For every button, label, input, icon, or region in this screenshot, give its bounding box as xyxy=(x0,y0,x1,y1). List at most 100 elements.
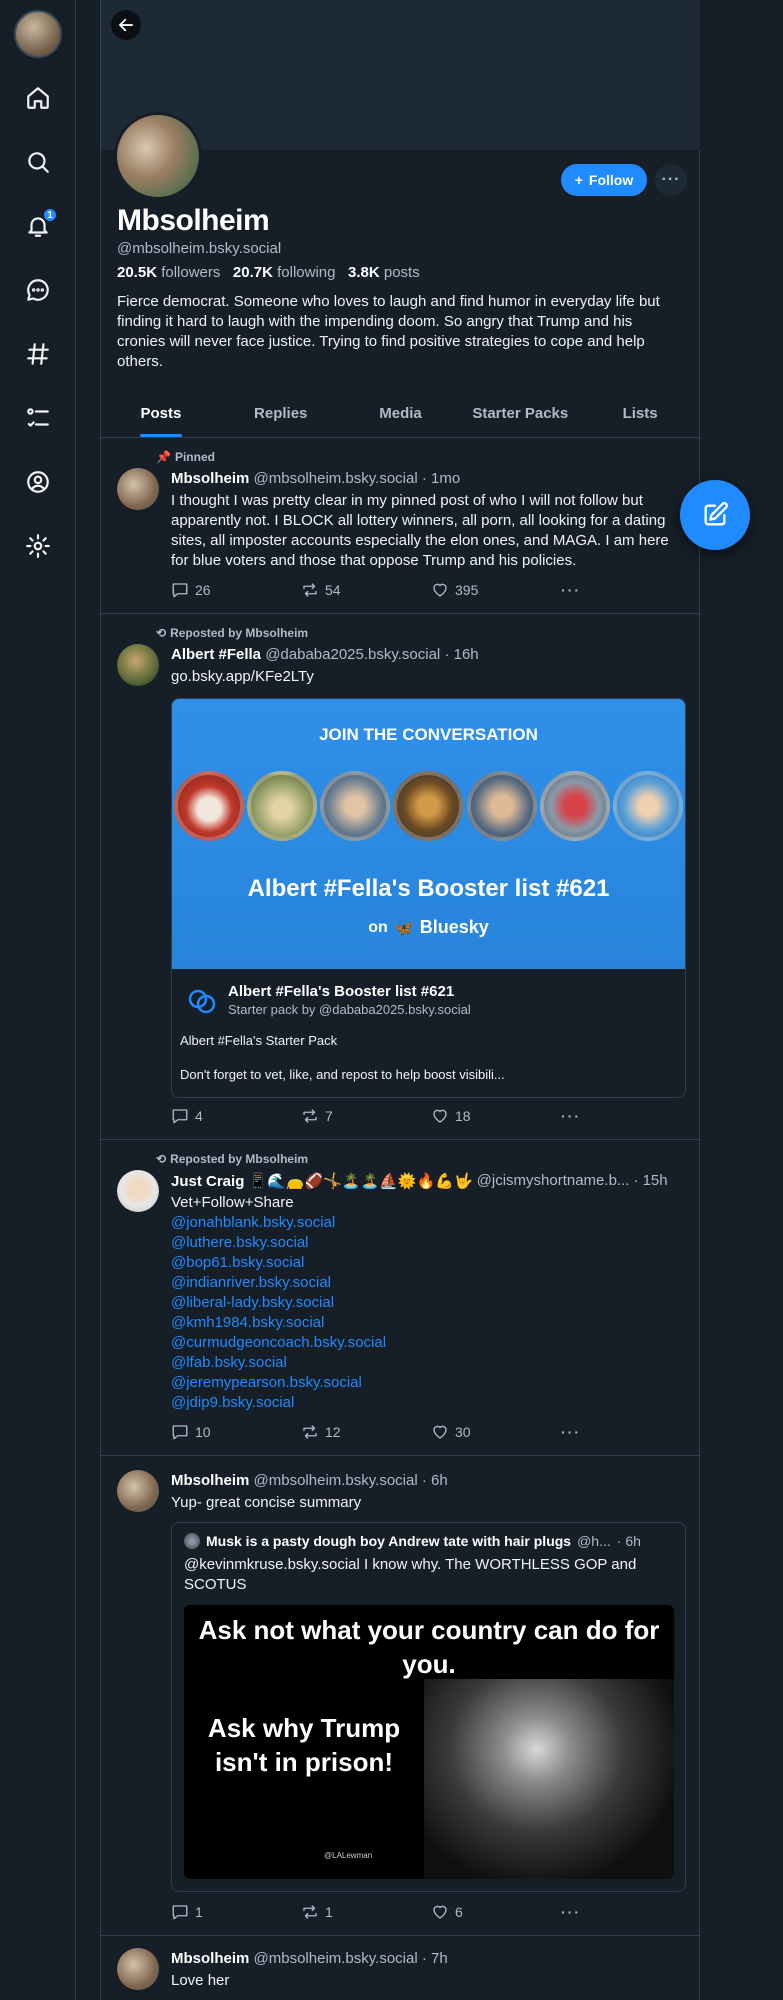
post-header: Albert #Fella @dababa2025.bsky.social · … xyxy=(171,646,686,663)
compose-button[interactable] xyxy=(680,480,750,550)
post-menu-button[interactable]: ··· xyxy=(561,1108,581,1124)
mention-link[interactable]: @jeremypearson.bsky.social xyxy=(171,1373,686,1393)
follow-button[interactable]: + Follow xyxy=(561,164,647,196)
face-avatar xyxy=(174,771,244,841)
more-options-button[interactable]: ··· xyxy=(655,164,687,196)
post-author-name[interactable]: Just Craig 📱🌊👝🏈🤸🏝️🏝️⛵🌞🔥💪🤟 xyxy=(171,1172,473,1190)
profile-avatar[interactable] xyxy=(114,112,202,200)
plus-icon: + xyxy=(574,172,583,188)
quoted-post-card[interactable]: Musk is a pasty dough boy Andrew tate wi… xyxy=(171,1522,686,1892)
repost-button[interactable]: 7 xyxy=(301,1107,333,1125)
post-text: Love her xyxy=(171,1972,230,1989)
tab-posts[interactable]: Posts xyxy=(101,390,221,437)
reply-button[interactable]: 10 xyxy=(171,1423,211,1441)
post-author-handle[interactable]: @mbsolheim.bsky.social xyxy=(254,470,418,487)
reply-button[interactable]: 26 xyxy=(171,581,211,599)
post-menu-button[interactable]: ··· xyxy=(561,582,581,598)
main-column: + Follow ··· Mbsolheim @mbsolheim.bsky.s… xyxy=(100,0,700,2000)
face-avatar xyxy=(612,771,683,841)
repost-icon xyxy=(303,583,317,597)
back-button[interactable] xyxy=(111,10,141,40)
mention-link[interactable]: @jdip9.bsky.social xyxy=(171,1393,686,1413)
post-author-handle[interactable]: @mbsolheim.bsky.social xyxy=(254,1472,418,1489)
post-author-handle[interactable]: @dababa2025.bsky.social xyxy=(265,646,440,663)
post-author-avatar[interactable] xyxy=(117,1948,159,1990)
post-author-name[interactable]: Mbsolheim xyxy=(171,1472,249,1489)
settings-gear-icon[interactable] xyxy=(22,530,54,562)
post-author-name[interactable]: Mbsolheim xyxy=(171,470,249,487)
post-time[interactable]: · 16h xyxy=(444,646,478,663)
mention-link[interactable]: @bop61.bsky.social xyxy=(171,1253,686,1273)
feed-post-quote[interactable]: Mbsolheim @mbsolheim.bsky.social · 6h Yu… xyxy=(101,1456,700,1936)
post-author-avatar[interactable] xyxy=(117,1170,159,1212)
image-caption-top: Ask not what your country can do for you… xyxy=(198,1615,660,1679)
post-author-name[interactable]: Albert #Fella xyxy=(171,646,261,663)
post-author-handle[interactable]: @mbsolheim.bsky.social xyxy=(254,1950,418,1967)
like-button[interactable]: 30 xyxy=(431,1423,471,1441)
chat-icon[interactable] xyxy=(22,274,54,306)
butterfly-icon: 🦋 xyxy=(393,919,414,937)
profile-icon[interactable] xyxy=(22,466,54,498)
like-button[interactable]: 18 xyxy=(431,1107,471,1125)
post-time[interactable]: · 15h xyxy=(633,1172,667,1190)
repost-label: ⟲ Reposted by Mbsolheim xyxy=(156,1152,309,1166)
mention-link[interactable]: @lfab.bsky.social xyxy=(171,1353,686,1373)
reply-button[interactable]: 1 xyxy=(171,1903,203,1921)
tab-starter-packs[interactable]: Starter Packs xyxy=(460,390,580,437)
like-button[interactable]: 6 xyxy=(431,1903,463,1921)
repost-button[interactable]: 12 xyxy=(301,1423,341,1441)
post-author-handle[interactable]: @jcismyshortname.b... xyxy=(477,1172,630,1190)
notification-badge: 1 xyxy=(42,207,58,223)
feeds-hashtag-icon[interactable] xyxy=(22,338,54,370)
starter-pack-card[interactable]: JOIN THE CONVERSATION Albert #Fella's Bo… xyxy=(171,698,686,1098)
post-time[interactable]: · 7h xyxy=(422,1950,448,1967)
post-author-name[interactable]: Mbsolheim xyxy=(171,1950,249,1967)
repost-button[interactable]: 1 xyxy=(301,1903,333,1921)
lists-icon[interactable] xyxy=(22,402,54,434)
post-menu-button[interactable]: ··· xyxy=(561,1424,581,1440)
starter-pack-banner-text: JOIN THE CONVERSATION xyxy=(319,725,538,744)
face-avatar xyxy=(393,771,464,841)
quoted-post-time: · 6h xyxy=(616,1533,641,1549)
mention-link[interactable]: @kmh1984.bsky.social xyxy=(171,1313,686,1333)
heart-icon xyxy=(433,1109,447,1123)
feed-post-pinned[interactable]: 📌 Pinned Mbsolheim @mbsolheim.bsky.socia… xyxy=(101,438,700,614)
following-link[interactable]: 20.7K following xyxy=(233,264,336,281)
tab-lists[interactable]: Lists xyxy=(580,390,700,437)
post-author-avatar[interactable] xyxy=(117,644,159,686)
notifications-icon[interactable]: 1 xyxy=(22,207,58,242)
feed-post-partial[interactable]: Mbsolheim @mbsolheim.bsky.social · 7h Lo… xyxy=(101,1936,700,2000)
follow-label: Follow xyxy=(588,172,634,188)
my-avatar[interactable] xyxy=(14,10,62,58)
repost-button[interactable]: 54 xyxy=(301,581,341,599)
post-link[interactable]: go.bsky.app/KFe2LTy xyxy=(171,667,686,687)
post-time[interactable]: · 6h xyxy=(422,1472,448,1489)
feed-post-repost-starter-pack[interactable]: ⟲ Reposted by Mbsolheim Albert #Fella @d… xyxy=(101,614,700,1140)
mention-list: @jonahblank.bsky.social @luthere.bsky.so… xyxy=(171,1213,686,1413)
post-header: Mbsolheim @mbsolheim.bsky.social · 1mo xyxy=(171,470,686,487)
mention-link[interactable]: @indianriver.bsky.social xyxy=(171,1273,686,1293)
tab-media[interactable]: Media xyxy=(341,390,461,437)
mention-link[interactable]: @curmudgeoncoach.bsky.social xyxy=(171,1333,686,1353)
heart-icon xyxy=(433,1425,447,1439)
post-time[interactable]: · 1mo xyxy=(422,470,460,487)
mention-link[interactable]: @liberal-lady.bsky.social xyxy=(171,1293,686,1313)
starter-pack-description-more: Don't forget to vet, like, and repost to… xyxy=(180,1067,505,1082)
like-button[interactable]: 395 xyxy=(431,581,478,599)
home-icon[interactable] xyxy=(22,82,54,114)
feed-post-repost-mentions[interactable]: ⟲ Reposted by Mbsolheim Just Craig 📱🌊👝🏈🤸… xyxy=(101,1140,700,1456)
tab-replies[interactable]: Replies xyxy=(221,390,341,437)
post-menu-button[interactable]: ··· xyxy=(561,1904,581,1920)
starter-pack-image-title: Albert #Fella's Booster list #621 xyxy=(247,875,610,902)
reply-button[interactable]: 4 xyxy=(171,1107,203,1125)
search-icon[interactable] xyxy=(22,146,54,178)
quoted-post-image[interactable]: Ask not what your country can do for you… xyxy=(184,1605,674,1879)
mention-link[interactable]: @luthere.bsky.social xyxy=(171,1233,686,1253)
post-author-avatar[interactable] xyxy=(117,1470,159,1512)
followers-link[interactable]: 20.5K followers xyxy=(117,264,220,281)
repost-small-icon: ⟲ xyxy=(156,1152,167,1166)
repost-small-icon: ⟲ xyxy=(156,626,167,640)
profile-bio: Fierce democrat. Someone who loves to la… xyxy=(117,293,660,370)
post-author-avatar[interactable] xyxy=(117,468,159,510)
mention-link[interactable]: @jonahblank.bsky.social xyxy=(171,1213,686,1233)
